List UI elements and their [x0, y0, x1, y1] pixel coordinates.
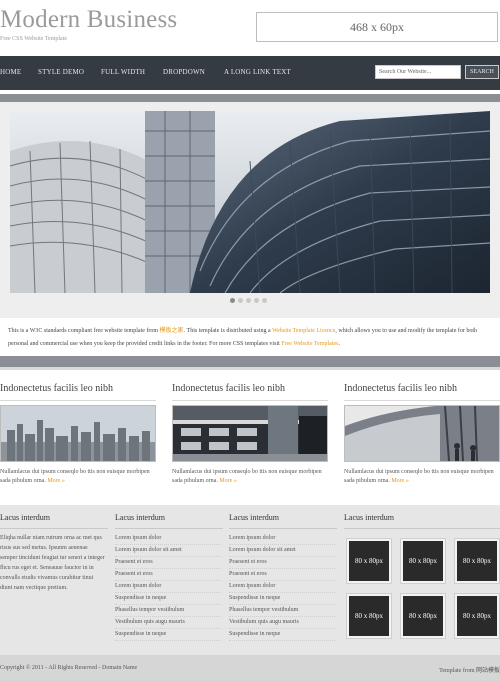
- gallery-thumbnail[interactable]: 80 x 80px: [401, 594, 445, 638]
- feature-image[interactable]: [344, 405, 500, 462]
- ad-banner-label: 468 x 60px: [350, 19, 404, 34]
- nav-item-style-demo[interactable]: STYLE DEMO: [38, 68, 84, 76]
- feature-description: Nullamlacus dui ipsum conseqlo bo ttis n…: [0, 469, 150, 484]
- feature-image[interactable]: [0, 405, 156, 462]
- more-link[interactable]: More »: [47, 478, 65, 484]
- lower-column-3: Lacus interdum Lorem ipsum dolor Lorem i…: [229, 513, 337, 641]
- feature-column-1: Indonectetus facilis leo nibh Nullamlacu…: [0, 383, 156, 486]
- feature-text: Nullamlacus dui ipsum conseqlo bo ttis n…: [0, 468, 156, 486]
- main-nav: HOME STYLE DEMO FULL WIDTH DROPDOWN A LO…: [0, 56, 500, 90]
- gallery-thumbnail[interactable]: 80 x 80px: [455, 539, 499, 583]
- search-button[interactable]: SEARCH: [465, 65, 499, 79]
- feature-text: Nullamlacus dui ipsum conseqlo bo ttis n…: [344, 468, 500, 486]
- train-station-photo: [345, 406, 499, 461]
- search-input[interactable]: [375, 65, 461, 79]
- nav-item-full-width[interactable]: FULL WIDTH: [101, 68, 145, 76]
- lower-column-2: Lacus interdum Lorem ipsum dolor Lorem i…: [115, 513, 223, 641]
- feature-column-3: Indonectetus facilis leo nibh Nullamlacu…: [344, 383, 500, 486]
- link-list: Lorem ipsum dolor Lorem ipsum dolor sit …: [229, 533, 335, 641]
- list-item[interactable]: Vestibulum quis augu mauris: [115, 617, 221, 629]
- intro-text: This is a W3C standards compliant free w…: [8, 325, 492, 351]
- intro-link-licence[interactable]: Website Template Licence: [272, 328, 335, 334]
- list-item[interactable]: Praesent et eros: [115, 569, 221, 581]
- list-item[interactable]: Vestibulum quis augu mauris: [229, 617, 335, 629]
- gallery-thumbnail[interactable]: 80 x 80px: [401, 539, 445, 583]
- lower-column-rule: [344, 528, 500, 529]
- list-item[interactable]: Lorem ipsum dolor: [229, 581, 335, 593]
- feature-description: Nullamlacus dui ipsum conseqlo bo ttis n…: [172, 469, 322, 484]
- slider-dots: [230, 298, 267, 304]
- nav-item-long-link[interactable]: A LONG LINK TEXT: [224, 68, 291, 76]
- list-item[interactable]: Suspendisse in neque: [115, 629, 221, 641]
- feature-title: Indonectetus facilis leo nibh: [172, 383, 286, 394]
- gallery-thumbnail[interactable]: 80 x 80px: [347, 539, 391, 583]
- intro-link-free-templates[interactable]: Free Website Templates: [281, 341, 338, 347]
- gallery-thumbnail[interactable]: 80 x 80px: [455, 594, 499, 638]
- intro-link-templates-home[interactable]: 模板之家: [160, 328, 184, 334]
- list-item[interactable]: Praesent et eros: [229, 569, 335, 581]
- list-item[interactable]: Lorem ipsum dolor: [115, 533, 221, 545]
- section-divider: [0, 356, 500, 367]
- lower-column-rule: [229, 528, 337, 529]
- nav-item-home[interactable]: HOME: [0, 68, 21, 76]
- feature-description: Nullamlacus dui ipsum conseqlo bo ttis n…: [344, 469, 494, 484]
- lower-column-4: Lacus interdum: [344, 513, 500, 529]
- list-item[interactable]: Phasellus tempor vestibulum: [229, 605, 335, 617]
- intro-part-1: This is a W3C standards compliant free w…: [8, 328, 160, 334]
- lower-column-1: Lacus interdum Eliqha nullar niam rutrum…: [0, 513, 108, 593]
- slider-image[interactable]: [10, 111, 490, 293]
- intro-part-2: . This template is distributed using a: [183, 328, 273, 334]
- list-item[interactable]: Lorem ipsum dolor: [115, 581, 221, 593]
- slider-dot-2[interactable]: [238, 298, 243, 303]
- nav-subbar: [0, 94, 500, 102]
- section-divider-shadow: [0, 367, 500, 370]
- architecture-photo: [10, 111, 490, 293]
- slider-dot-5[interactable]: [262, 298, 267, 303]
- site-tagline: Free CSS Website Template: [0, 36, 68, 42]
- mall-interior-photo: [173, 406, 327, 461]
- gallery-thumbnail[interactable]: 80 x 80px: [347, 594, 391, 638]
- feature-rule: [344, 400, 500, 401]
- feature-title: Indonectetus facilis leo nibh: [344, 383, 458, 394]
- slider-dot-1[interactable]: [230, 298, 235, 303]
- footer: Copyright © 2011 - All Rights Reserved -…: [0, 655, 500, 681]
- list-item[interactable]: Phasellus tempor vestibulum: [115, 605, 221, 617]
- nav-item-dropdown[interactable]: DROPDOWN: [163, 68, 205, 76]
- lower-column-rule: [0, 528, 108, 529]
- lower-column-paragraph: Eliqha nullar niam rutrum orna ac met qu…: [0, 535, 105, 591]
- lower-column-title: Lacus interdum: [115, 513, 165, 522]
- feature-rule: [172, 400, 328, 401]
- footer-credit-link[interactable]: Template from 网站模板: [439, 665, 500, 674]
- list-item[interactable]: Suspendisse in neque: [115, 593, 221, 605]
- list-item[interactable]: Suspendisse in neque: [229, 629, 335, 641]
- feature-image[interactable]: [172, 405, 328, 462]
- list-item[interactable]: Lorem ipsum dolor sit amet: [115, 545, 221, 557]
- site-logo-title[interactable]: Modern Business: [0, 6, 177, 34]
- feature-title: Indonectetus facilis leo nibh: [0, 383, 114, 394]
- lower-column-rule: [115, 528, 223, 529]
- lower-column-title: Lacus interdum: [0, 513, 50, 522]
- more-link[interactable]: More »: [391, 478, 409, 484]
- more-link[interactable]: More »: [219, 478, 237, 484]
- slider-dot-4[interactable]: [254, 298, 259, 303]
- slider-dot-3[interactable]: [246, 298, 251, 303]
- list-item[interactable]: Lorem ipsum dolor sit amet: [229, 545, 335, 557]
- city-skyline-photo: [1, 406, 155, 461]
- footer-copyright: Copyright © 2011 - All Rights Reserved -…: [0, 665, 138, 671]
- lower-column-title: Lacus interdum: [344, 513, 394, 522]
- feature-column-2: Indonectetus facilis leo nibh Nullamlacu…: [172, 383, 328, 486]
- list-item[interactable]: Praesent et eros: [115, 557, 221, 569]
- list-item[interactable]: Praesent et eros: [229, 557, 335, 569]
- intro-part-4: .: [338, 341, 340, 347]
- ad-banner-placeholder[interactable]: 468 x 60px: [256, 12, 498, 42]
- lower-column-title: Lacus interdum: [229, 513, 279, 522]
- list-item[interactable]: Suspendisse in neque: [229, 593, 335, 605]
- list-item[interactable]: Lorem ipsum dolor: [229, 533, 335, 545]
- feature-text: Nullamlacus dui ipsum conseqlo bo ttis n…: [172, 468, 328, 486]
- feature-rule: [0, 400, 156, 401]
- link-list: Lorem ipsum dolor Lorem ipsum dolor sit …: [115, 533, 221, 641]
